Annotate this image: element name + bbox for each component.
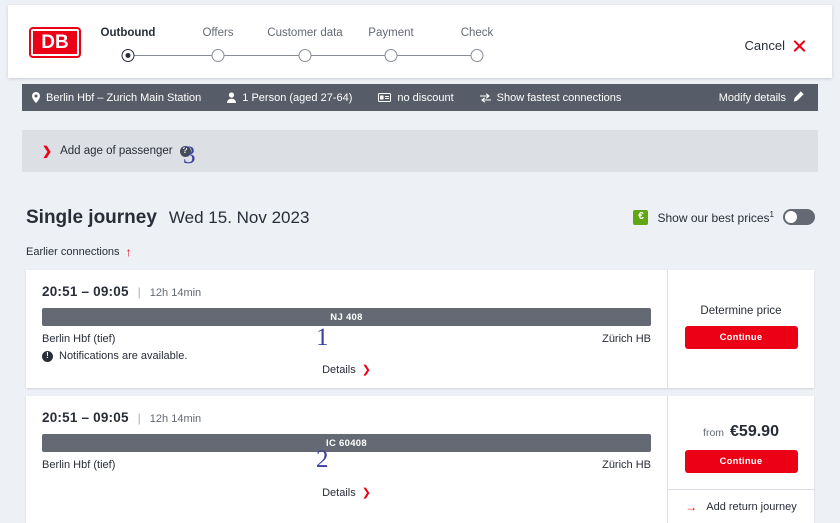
journey-duration: 12h 14min [149, 413, 202, 425]
euro-badge-icon: € [633, 209, 649, 225]
summary-connections[interactable]: Show fastest connections [479, 91, 622, 104]
details-label: Details [322, 487, 356, 499]
time-separator: | [137, 411, 141, 425]
best-prices-toggle[interactable] [783, 209, 815, 225]
help-icon[interactable]: ? [179, 145, 191, 157]
progress-stepper: Outbound Offers Customer data Payment Ch… [100, 27, 494, 67]
modify-details-button[interactable]: Modify details [718, 90, 804, 105]
notification-row[interactable]: ! Notifications are available. [42, 350, 651, 362]
step-label-offers[interactable]: Offers [202, 27, 233, 39]
pencil-icon [793, 90, 804, 105]
journey-card[interactable]: 20:51 – 09:05 | 12h 14min IC 60408 Berli… [26, 396, 814, 523]
train-number-bar: IC 60408 [42, 434, 651, 452]
arrow-up-icon: ↑ [125, 245, 132, 259]
continue-button[interactable]: Continue [684, 326, 798, 349]
earlier-connections-label: Earlier connections [26, 246, 120, 258]
train-number-bar: NJ 408 [42, 308, 651, 326]
journey-heading: Single journey Wed 15. Nov 2023 [26, 207, 309, 229]
best-prices-footnote: 1 [769, 209, 774, 219]
best-prices-text: Show our best prices [657, 210, 770, 225]
journey-card[interactable]: 20:51 – 09:05 | 12h 14min NJ 408 Berlin … [26, 270, 814, 388]
determine-price-label: Determine price [700, 305, 782, 317]
continue-button[interactable]: Continue [684, 450, 798, 473]
booking-page: DB Outbound Offers Customer data Payment… [0, 0, 840, 523]
header-bar: DB Outbound Offers Customer data Payment… [8, 5, 832, 78]
journey-card-price-panel: from €59.90 Continue → Add return journe… [667, 396, 814, 523]
summary-discount[interactable]: no discount [378, 91, 454, 104]
add-return-journey-label: Add return journey [706, 500, 797, 513]
journey-time-row: 20:51 – 09:05 | 12h 14min [42, 284, 651, 299]
stepper-labels: Outbound Offers Customer data Payment Ch… [100, 27, 494, 45]
price-value: €59.90 [730, 423, 779, 440]
stations-row: Berlin Hbf (tief) Zürich HB [42, 459, 651, 471]
step-label-check[interactable]: Check [461, 27, 494, 39]
arrow-right-icon: → [685, 499, 698, 514]
destination-station: Zürich HB [602, 459, 651, 471]
toggle-knob [785, 211, 797, 223]
summary-passengers-label: 1 Person (aged 27-64) [242, 91, 353, 104]
close-icon [792, 39, 806, 53]
summary-route-label: Berlin Hbf – Zurich Main Station [46, 91, 202, 104]
step-dot-offers[interactable] [211, 49, 225, 62]
step-label-customer-data[interactable]: Customer data [267, 27, 342, 39]
price-row: from €59.90 [703, 423, 779, 441]
best-prices-label: Show our best prices1 [657, 210, 774, 225]
step-dot-payment[interactable] [384, 49, 398, 62]
step-label-payment[interactable]: Payment [368, 27, 413, 39]
journey-times: 20:51 – 09:05 [42, 410, 129, 425]
cancel-button[interactable]: Cancel [745, 38, 806, 53]
ticket-card-icon [378, 93, 392, 102]
step-dot-check[interactable] [470, 49, 484, 62]
summary-connections-label: Show fastest connections [496, 91, 622, 104]
search-summary-bar: Berlin Hbf – Zurich Main Station 1 Perso… [22, 84, 818, 111]
destination-station: Zürich HB [602, 333, 651, 345]
step-label-outbound[interactable]: Outbound [101, 27, 156, 39]
price-from-label: from [703, 427, 725, 439]
earlier-connections-button[interactable]: Earlier connections ↑ [26, 246, 132, 258]
details-label: Details [322, 364, 356, 376]
time-separator: | [137, 285, 141, 299]
details-toggle[interactable]: Details ❯ [322, 364, 371, 376]
step-dot-customer-data[interactable] [298, 49, 312, 62]
stations-row: Berlin Hbf (tief) Zürich HB [42, 333, 651, 345]
journey-times: 20:51 – 09:05 [42, 284, 129, 299]
journey-card-details: 20:51 – 09:05 | 12h 14min IC 60408 Berli… [26, 396, 667, 523]
swap-arrows-icon [479, 92, 491, 103]
chevron-right-icon: ❯ [42, 144, 53, 158]
info-icon: ! [42, 350, 53, 362]
journey-card-details: 20:51 – 09:05 | 12h 14min NJ 408 Berlin … [26, 270, 667, 388]
origin-station: Berlin Hbf (tief) [42, 459, 116, 471]
best-prices-control: € Show our best prices1 [633, 209, 815, 225]
modify-details-label: Modify details [718, 91, 786, 104]
details-toggle[interactable]: Details ❯ [322, 487, 371, 499]
cancel-label: Cancel [744, 38, 785, 53]
page-title: Single journey [26, 207, 157, 228]
db-logo: DB [29, 27, 81, 58]
journey-date: Wed 15. Nov 2023 [168, 208, 310, 227]
add-return-journey-button[interactable]: → Add return journey [668, 489, 814, 523]
journey-time-row: 20:51 – 09:05 | 12h 14min [42, 410, 651, 425]
location-pin-icon [32, 92, 40, 103]
person-icon [227, 92, 237, 103]
chevron-down-icon: ❯ [361, 363, 371, 376]
step-dot-outbound[interactable] [121, 49, 135, 62]
add-age-of-passenger-panel[interactable]: ❯ Add age of passenger ? [22, 130, 818, 172]
summary-route[interactable]: Berlin Hbf – Zurich Main Station [32, 92, 201, 104]
summary-discount-label: no discount [397, 91, 454, 104]
notification-label: Notifications are available. [59, 350, 188, 362]
add-age-label: Add age of passenger [60, 145, 173, 157]
chevron-down-icon: ❯ [361, 486, 371, 499]
journey-card-price-panel: Determine price Continue [667, 270, 814, 388]
journey-duration: 12h 14min [149, 287, 202, 299]
summary-passengers[interactable]: 1 Person (aged 27-64) [227, 92, 352, 104]
origin-station: Berlin Hbf (tief) [42, 333, 116, 345]
